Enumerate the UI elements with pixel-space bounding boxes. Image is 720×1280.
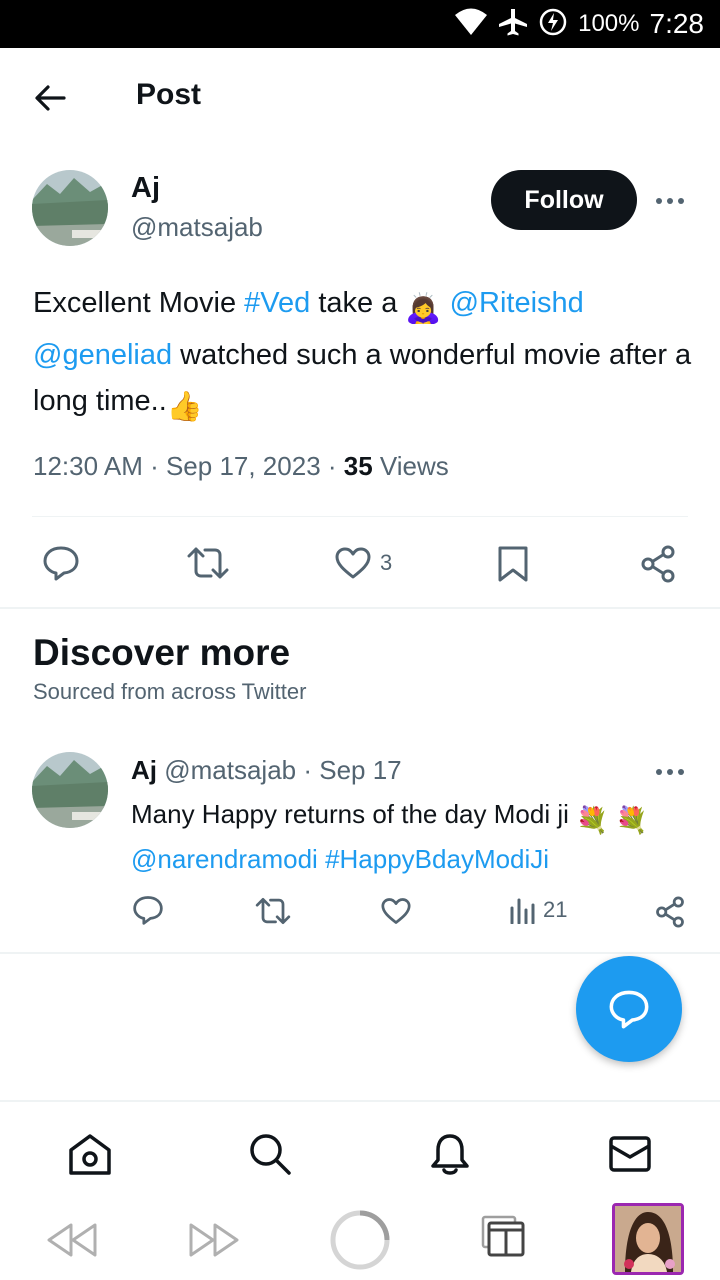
discover-subtitle: Sourced from across Twitter xyxy=(33,679,307,704)
like-count: 3 xyxy=(380,550,393,575)
post-text-part: Excellent Movie xyxy=(33,287,245,319)
compose-fab-button[interactable] xyxy=(576,956,682,1062)
rewind-button[interactable] xyxy=(44,1218,98,1262)
tweet2-handle-date: @matsajab · Sep 17 xyxy=(157,755,402,785)
top-header: Post xyxy=(0,48,720,146)
tweet2-avatar[interactable] xyxy=(32,752,108,828)
views-count: 35 xyxy=(343,451,373,481)
tab-thumbnail[interactable] xyxy=(612,1203,684,1275)
divider xyxy=(32,516,688,517)
nav-notifications[interactable] xyxy=(426,1130,474,1178)
share-icon xyxy=(656,896,684,928)
tweet2-more-button[interactable] xyxy=(650,757,690,787)
more-icon xyxy=(656,198,684,204)
views-label: Views xyxy=(372,451,449,481)
airplane-icon xyxy=(498,7,528,42)
author-name[interactable]: Aj xyxy=(131,172,160,205)
tweet2-like-button[interactable] xyxy=(380,897,412,925)
status-bar: 100% 7:28 xyxy=(0,0,720,48)
share-icon xyxy=(641,545,675,583)
bottom-nav xyxy=(0,1100,720,1200)
more-icon xyxy=(656,769,684,775)
battery-percent: 100% xyxy=(578,10,640,37)
home-icon xyxy=(69,1134,111,1175)
clock: 7:28 xyxy=(649,8,705,39)
tabs-button[interactable] xyxy=(480,1214,528,1258)
nav-messages[interactable] xyxy=(606,1130,654,1178)
nav-search[interactable] xyxy=(246,1130,294,1178)
heart-icon xyxy=(335,547,371,579)
messages-icon xyxy=(609,1136,651,1172)
bowing-emoji: 🙇‍♀️ xyxy=(405,293,442,325)
loading-indicator xyxy=(328,1208,392,1272)
fast-forward-icon xyxy=(189,1223,239,1257)
nav-home[interactable] xyxy=(66,1130,114,1178)
retweet-icon xyxy=(255,897,291,925)
compose-reply-icon xyxy=(609,990,649,1029)
retweet-icon xyxy=(187,547,229,579)
bouquet-emoji: 💐 xyxy=(576,805,609,835)
section-divider xyxy=(0,607,720,609)
author-avatar[interactable] xyxy=(32,170,108,246)
like-button[interactable]: 3 xyxy=(334,546,392,580)
tweet2-author-name: Aj xyxy=(131,755,157,785)
reply-button[interactable] xyxy=(42,545,80,581)
notifications-icon xyxy=(431,1134,469,1175)
arrow-left-icon xyxy=(35,85,66,111)
more-options-button[interactable] xyxy=(650,186,690,216)
reply-icon xyxy=(43,546,79,581)
fast-forward-button[interactable] xyxy=(188,1218,242,1262)
tweet2-reply-button[interactable] xyxy=(132,895,164,925)
loading-icon xyxy=(330,1210,390,1270)
tabs-icon xyxy=(481,1215,525,1257)
tweet2-views-button[interactable]: 21 xyxy=(509,896,567,924)
post-meta: 12:30 AM · Sep 17, 2023 · 35 Views xyxy=(33,451,449,482)
bookmark-icon xyxy=(498,546,528,582)
page-title: Post xyxy=(136,78,202,111)
bookmark-button[interactable] xyxy=(497,545,529,583)
analytics-icon xyxy=(510,898,535,924)
author-handle[interactable]: @matsajab xyxy=(131,212,263,243)
hashtag-happybdaymodiji[interactable]: #HappyBdayModiJi xyxy=(325,844,549,874)
battery-saver-icon xyxy=(538,7,568,42)
post-timestamp: 12:30 AM · Sep 17, 2023 · xyxy=(33,451,344,481)
mention-narendramodi[interactable]: @narendramodi xyxy=(131,844,318,874)
bouquet-emoji: 💐 xyxy=(615,805,649,835)
tweet2-header[interactable]: Aj @matsajab · Sep 17 xyxy=(131,755,402,786)
tweet2-text: Many Happy returns of the day Modi ji 💐 … xyxy=(131,795,691,879)
tweet2-retweet-button[interactable] xyxy=(255,896,291,926)
mention-geneliad[interactable]: @geneliad xyxy=(33,339,172,371)
heart-icon xyxy=(381,898,411,924)
section-divider xyxy=(0,952,720,954)
back-button[interactable] xyxy=(28,76,72,120)
retweet-button[interactable] xyxy=(187,545,229,581)
share-button[interactable] xyxy=(640,545,676,583)
wifi-icon xyxy=(454,8,488,41)
post-text-part: take a xyxy=(310,287,406,319)
thumbs-up-emoji: 👍 xyxy=(166,391,203,423)
search-icon xyxy=(250,1134,291,1175)
post-text: Excellent Movie #Ved take a 🙇‍♀️ @Riteis… xyxy=(33,280,693,430)
status-icons: 100% 7:28 xyxy=(454,0,704,48)
tweet2-share-button[interactable] xyxy=(655,896,685,928)
rewind-icon xyxy=(47,1223,97,1257)
hashtag-ved[interactable]: #Ved xyxy=(244,287,310,319)
reply-icon xyxy=(133,896,163,925)
tweet2-views-count: 21 xyxy=(543,897,568,922)
tweet2-text-part: Many Happy returns of the day Modi ji xyxy=(131,799,577,829)
mention-riteishd[interactable]: @Riteishd xyxy=(450,287,584,319)
discover-title: Discover more xyxy=(33,632,291,673)
follow-button[interactable]: Follow xyxy=(491,170,637,230)
